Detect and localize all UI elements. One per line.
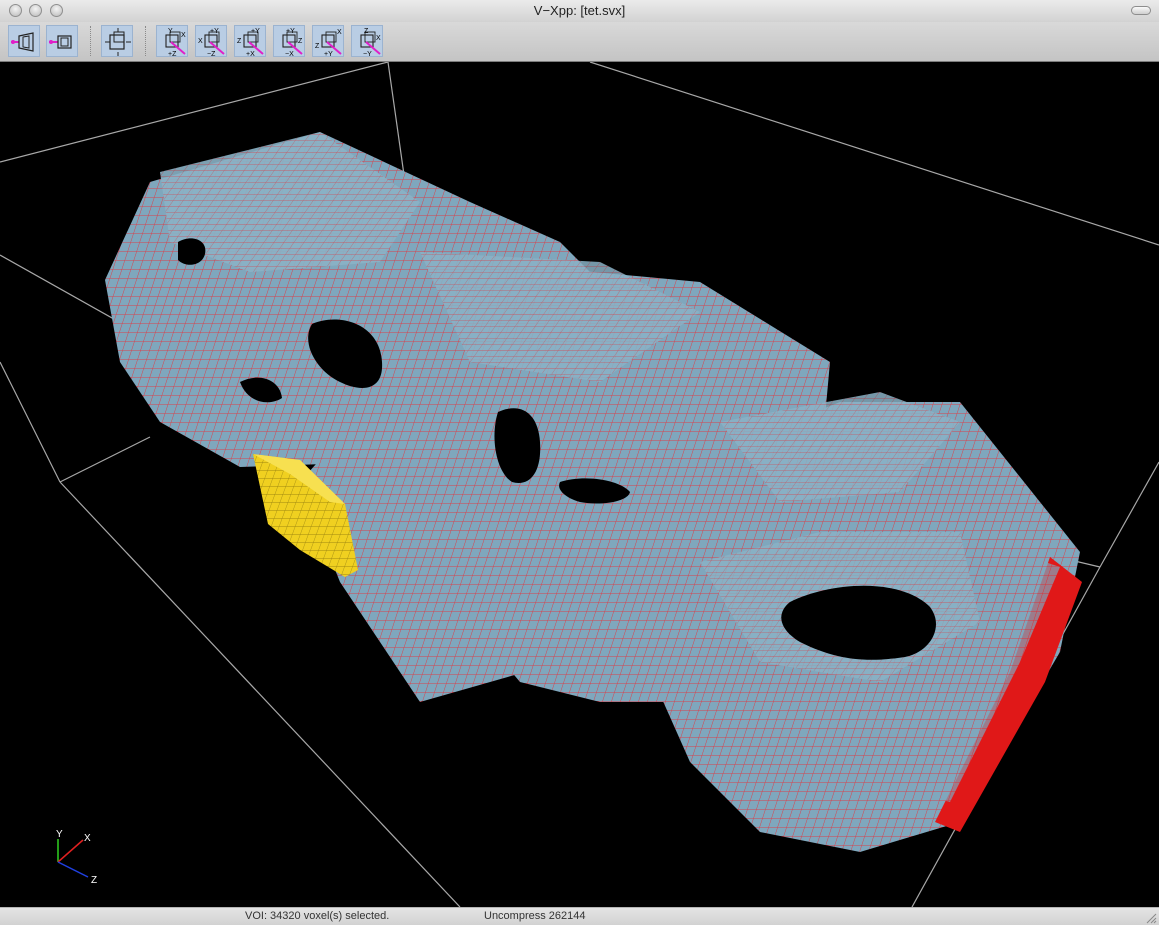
- view-plus-x-icon: +Y Z +X: [237, 28, 264, 58]
- bounding-box-edge: [387, 62, 406, 183]
- voxel-model[interactable]: [105, 132, 1082, 852]
- view-minus-x-button[interactable]: +Y Z −X: [273, 25, 305, 58]
- axis-label: Z: [364, 28, 369, 35]
- view-plus-z-icon: Y X +Z: [165, 28, 186, 58]
- toolbar-separator: [145, 26, 146, 56]
- 3d-viewport[interactable]: Y X Z: [0, 62, 1159, 907]
- axis-label: X: [337, 29, 342, 36]
- zoom-in-icon: [11, 32, 34, 52]
- y-axis-label: Y: [56, 829, 63, 840]
- view-plus-z-button[interactable]: Y X +Z: [156, 25, 188, 58]
- axis-triad: Y X Z: [56, 829, 97, 886]
- uncompress-status: Uncompress 262144: [484, 910, 586, 922]
- view-minus-z-button[interactable]: +Y X −Z: [195, 25, 227, 58]
- axis-label: +Z: [168, 51, 177, 58]
- axis-label: −Z: [207, 51, 216, 58]
- voxel-scene[interactable]: Y X Z: [0, 62, 1159, 907]
- axis-label: Y: [168, 28, 173, 35]
- view-minus-x-icon: +Y Z −X: [282, 28, 303, 58]
- axis-label: Z: [315, 43, 320, 50]
- title-bar[interactable]: V−Xpp: [tet.svx]: [0, 0, 1159, 22]
- view-plus-y-button[interactable]: X Z +Y: [312, 25, 344, 58]
- status-bar: VOI: 34320 voxel(s) selected. Uncompress…: [0, 907, 1159, 925]
- bounding-box-edge: [1099, 461, 1159, 568]
- axis-label: Z: [298, 38, 303, 45]
- fit-view-button[interactable]: [101, 25, 133, 57]
- zoom-out-icon: [49, 35, 72, 49]
- voi-status: VOI: 34320 voxel(s) selected.: [245, 910, 390, 922]
- view-minus-y-icon: Z X −Y: [360, 28, 381, 58]
- axis-label: Z: [237, 38, 242, 45]
- axis-label: +X: [246, 51, 255, 58]
- axis-label: −Y: [363, 51, 372, 58]
- bounding-box-edge: [59, 436, 151, 483]
- app-window: V−Xpp: [tet.svx] Y X +Z +Y X −Z +Y Z +X …: [0, 0, 1159, 925]
- axis-label: X: [376, 35, 381, 42]
- axis-label: +Y: [251, 28, 260, 35]
- view-minus-y-button[interactable]: Z X −Y: [351, 25, 383, 58]
- bounding-box-edge: [589, 62, 1159, 246]
- axis-label: X: [181, 32, 186, 39]
- view-plus-x-button[interactable]: +Y Z +X: [234, 25, 266, 58]
- zoom-out-button[interactable]: [46, 25, 78, 57]
- z-axis-icon: [57, 861, 89, 878]
- z-axis-label: Z: [91, 875, 97, 886]
- axis-label: +Y: [286, 28, 295, 35]
- window-title: V−Xpp: [tet.svx]: [533, 3, 626, 18]
- toolbar: Y X +Z +Y X −Z +Y Z +X +Y Z −X X Z +Y Z …: [0, 22, 1159, 62]
- view-minus-z-icon: +Y X −Z: [198, 28, 225, 58]
- x-axis-label: X: [84, 833, 91, 844]
- view-plus-y-icon: X Z +Y: [315, 29, 342, 58]
- axis-label: X: [198, 38, 203, 45]
- axis-label: −X: [285, 51, 294, 58]
- toolbar-separator: [90, 26, 91, 56]
- zoom-in-button[interactable]: [8, 25, 40, 57]
- toolbar-toggle-button[interactable]: [1131, 6, 1151, 15]
- fit-view-icon: [105, 28, 131, 56]
- x-axis-icon: [57, 839, 84, 863]
- bounding-box-edge: [0, 361, 61, 483]
- resize-grip-icon[interactable]: [1145, 912, 1157, 924]
- axis-label: +Y: [210, 28, 219, 35]
- axis-label: +Y: [324, 51, 333, 58]
